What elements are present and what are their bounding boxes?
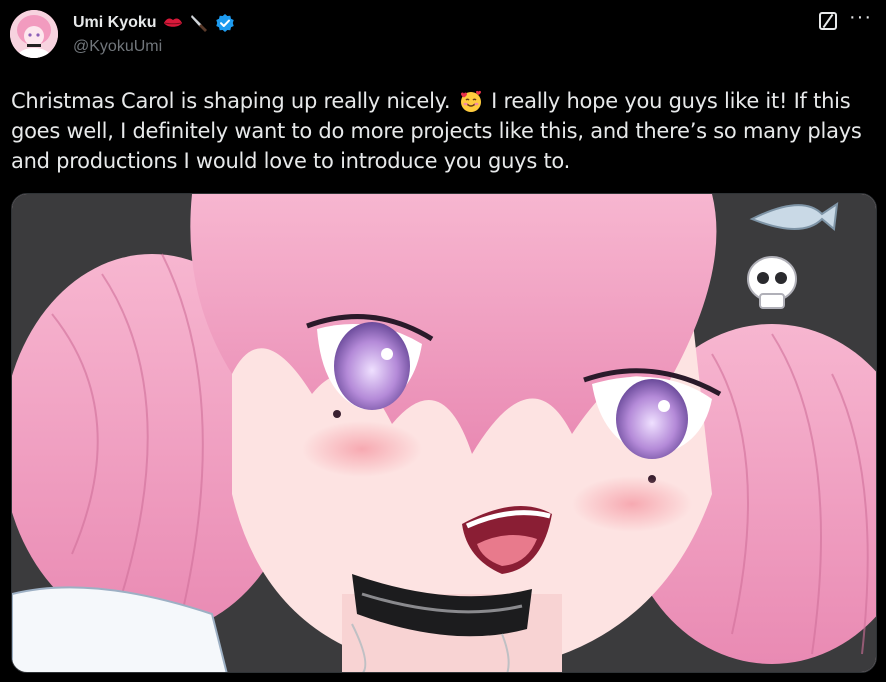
tweet-text: Christmas Carol is shaping up really nic… xyxy=(11,86,879,176)
knife-emoji-icon xyxy=(189,13,209,33)
tweet-text-part-1: Christmas Carol is shaping up really nic… xyxy=(11,89,457,113)
author-handle[interactable]: @KyokuUmi xyxy=(73,38,162,56)
tweet-top-actions: ··· xyxy=(819,7,872,30)
anime-illustration xyxy=(12,194,876,672)
avatar[interactable] xyxy=(10,10,58,58)
author-name-row: Umi Kyoku xyxy=(73,12,235,34)
grok-icon[interactable] xyxy=(819,12,838,30)
avatar-image xyxy=(10,10,58,58)
lips-emoji-icon xyxy=(163,15,183,31)
smiling-face-with-hearts-icon xyxy=(459,89,483,113)
tweet-media-image[interactable] xyxy=(11,193,877,673)
more-icon[interactable]: ··· xyxy=(849,7,872,27)
verified-badge-icon[interactable] xyxy=(215,13,235,33)
author-display-name[interactable]: Umi Kyoku xyxy=(73,14,157,32)
tweet: Umi Kyoku @KyokuUmi ··· Christmas Carol … xyxy=(0,0,886,682)
